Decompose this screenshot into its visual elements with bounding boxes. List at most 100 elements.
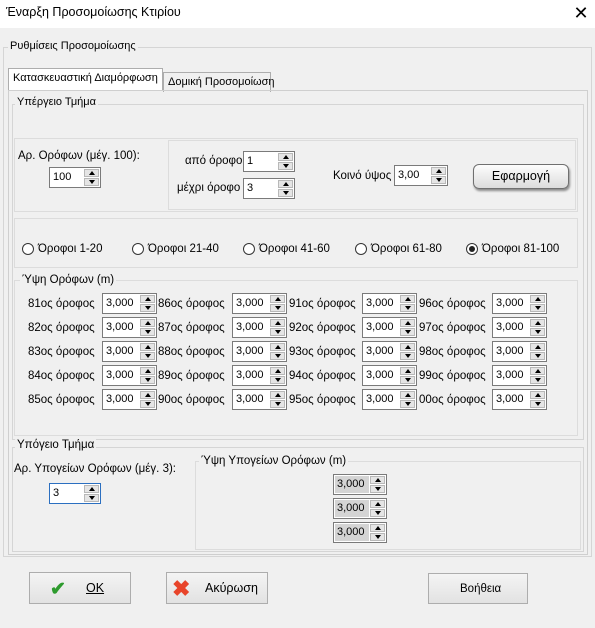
spin-value: 3,000: [337, 526, 365, 538]
underground-height-stepper[interactable]: 3,000: [333, 522, 387, 543]
spin-up-icon[interactable]: [530, 343, 545, 351]
spin-up-icon[interactable]: [400, 319, 415, 327]
spin-down-icon[interactable]: [370, 533, 385, 541]
spin-up-icon[interactable]: [84, 485, 99, 493]
spin-up-icon[interactable]: [270, 391, 285, 399]
to-floor-label: μέχρι όροφο: [177, 182, 241, 194]
floors-count-stepper[interactable]: 100: [49, 167, 101, 188]
from-floor-stepper[interactable]: 1: [243, 151, 295, 172]
underground-count-stepper[interactable]: 3: [49, 483, 101, 504]
spin-up-icon[interactable]: [270, 367, 285, 375]
spin-down-icon[interactable]: [530, 352, 545, 360]
underground-height-stepper[interactable]: 3,000: [333, 498, 387, 519]
spin-down-icon[interactable]: [400, 352, 415, 360]
spin-up-icon[interactable]: [270, 295, 285, 303]
spin-up-icon[interactable]: [370, 476, 385, 484]
floor-height-stepper[interactable]: 3,000: [492, 389, 547, 410]
spin-up-icon[interactable]: [278, 153, 293, 161]
radio-icon[interactable]: [243, 243, 255, 255]
tab-construction[interactable]: Κατασκευαστική Διαμόρφωση: [8, 68, 163, 90]
floor-height-stepper[interactable]: 3,000: [362, 293, 417, 314]
spin-down-icon[interactable]: [140, 400, 155, 408]
floor-height-stepper[interactable]: 3,000: [232, 317, 287, 338]
spin-up-icon[interactable]: [370, 524, 385, 532]
floor-height-stepper[interactable]: 3,000: [102, 365, 157, 386]
spin-down-icon[interactable]: [140, 376, 155, 384]
floor-height-stepper[interactable]: 3,000: [362, 389, 417, 410]
spin-up-icon[interactable]: [140, 391, 155, 399]
spin-down-icon[interactable]: [270, 352, 285, 360]
spin-down-icon[interactable]: [530, 400, 545, 408]
spin-down-icon[interactable]: [370, 485, 385, 493]
cancel-button[interactable]: ✖ Ακύρωση: [166, 572, 268, 604]
spin-down-icon[interactable]: [530, 376, 545, 384]
spin-down-icon[interactable]: [278, 189, 293, 197]
floor-height-stepper[interactable]: 3,000: [362, 317, 417, 338]
spin-down-icon[interactable]: [400, 376, 415, 384]
spin-down-icon[interactable]: [270, 328, 285, 336]
spin-up-icon[interactable]: [530, 319, 545, 327]
spin-down-icon[interactable]: [530, 328, 545, 336]
floor-height-stepper[interactable]: 3,000: [232, 341, 287, 362]
underground-height-stepper[interactable]: 3,000: [333, 474, 387, 495]
help-button[interactable]: Βοήθεια: [428, 573, 528, 604]
floor-height-stepper[interactable]: 3,000: [102, 389, 157, 410]
spin-down-icon[interactable]: [140, 328, 155, 336]
floor-height-stepper[interactable]: 3,000: [102, 317, 157, 338]
close-icon[interactable]: ✕: [568, 2, 594, 24]
spin-down-icon[interactable]: [400, 400, 415, 408]
spin-up-icon[interactable]: [140, 367, 155, 375]
spin-up-icon[interactable]: [400, 295, 415, 303]
spin-down-icon[interactable]: [84, 178, 99, 186]
spin-down-icon[interactable]: [400, 328, 415, 336]
floor-height-stepper[interactable]: 3,000: [492, 341, 547, 362]
floor-height-stepper[interactable]: 3,000: [102, 341, 157, 362]
spin-down-icon[interactable]: [270, 400, 285, 408]
spin-up-icon[interactable]: [400, 391, 415, 399]
floor-height-stepper[interactable]: 3,000: [492, 365, 547, 386]
floor-height-stepper[interactable]: 3,000: [362, 341, 417, 362]
spin-down-icon[interactable]: [270, 376, 285, 384]
floor-height-stepper[interactable]: 3,000: [362, 365, 417, 386]
radio-icon[interactable]: [132, 243, 144, 255]
spin-up-icon[interactable]: [530, 295, 545, 303]
spin-down-icon[interactable]: [278, 162, 293, 170]
floor-height-stepper[interactable]: 3,000: [492, 293, 547, 314]
spin-down-icon[interactable]: [431, 176, 446, 184]
spin-up-icon[interactable]: [400, 343, 415, 351]
to-floor-stepper[interactable]: 3: [243, 178, 295, 199]
spin-down-icon[interactable]: [140, 352, 155, 360]
spin-up-icon[interactable]: [270, 319, 285, 327]
ok-button[interactable]: ✔ OK: [29, 572, 131, 604]
radio-icon[interactable]: [22, 243, 34, 255]
floor-height-stepper[interactable]: 3,000: [492, 317, 547, 338]
floor-height-stepper[interactable]: 3,000: [232, 389, 287, 410]
spin-up-icon[interactable]: [370, 500, 385, 508]
spin-up-icon[interactable]: [278, 180, 293, 188]
floor-height-stepper[interactable]: 3,000: [232, 365, 287, 386]
spin-up-icon[interactable]: [530, 391, 545, 399]
radio-icon[interactable]: [355, 243, 367, 255]
spin-up-icon[interactable]: [270, 343, 285, 351]
tab-structural[interactable]: Δομική Προσομοίωση: [163, 72, 275, 92]
spin-down-icon[interactable]: [140, 304, 155, 312]
floor-height-stepper[interactable]: 3,000: [232, 293, 287, 314]
spin-up-icon[interactable]: [530, 367, 545, 375]
spin-up-icon[interactable]: [431, 167, 446, 175]
common-height-stepper[interactable]: 3,00: [394, 165, 448, 186]
apply-button[interactable]: Εφαρμογή: [473, 164, 569, 189]
spin-down-icon[interactable]: [400, 304, 415, 312]
spin-up-icon[interactable]: [400, 367, 415, 375]
spin-up-icon[interactable]: [140, 319, 155, 327]
settings-group-title: Ρυθμίσεις Προσομοίωσης: [8, 40, 138, 52]
spin-down-icon[interactable]: [84, 494, 99, 502]
radio-icon[interactable]: [466, 243, 478, 255]
spin-value: 3,000: [366, 321, 394, 333]
spin-down-icon[interactable]: [270, 304, 285, 312]
floor-height-stepper[interactable]: 3,000: [102, 293, 157, 314]
spin-up-icon[interactable]: [140, 295, 155, 303]
spin-up-icon[interactable]: [84, 169, 99, 177]
spin-down-icon[interactable]: [370, 509, 385, 517]
spin-up-icon[interactable]: [140, 343, 155, 351]
spin-down-icon[interactable]: [530, 304, 545, 312]
